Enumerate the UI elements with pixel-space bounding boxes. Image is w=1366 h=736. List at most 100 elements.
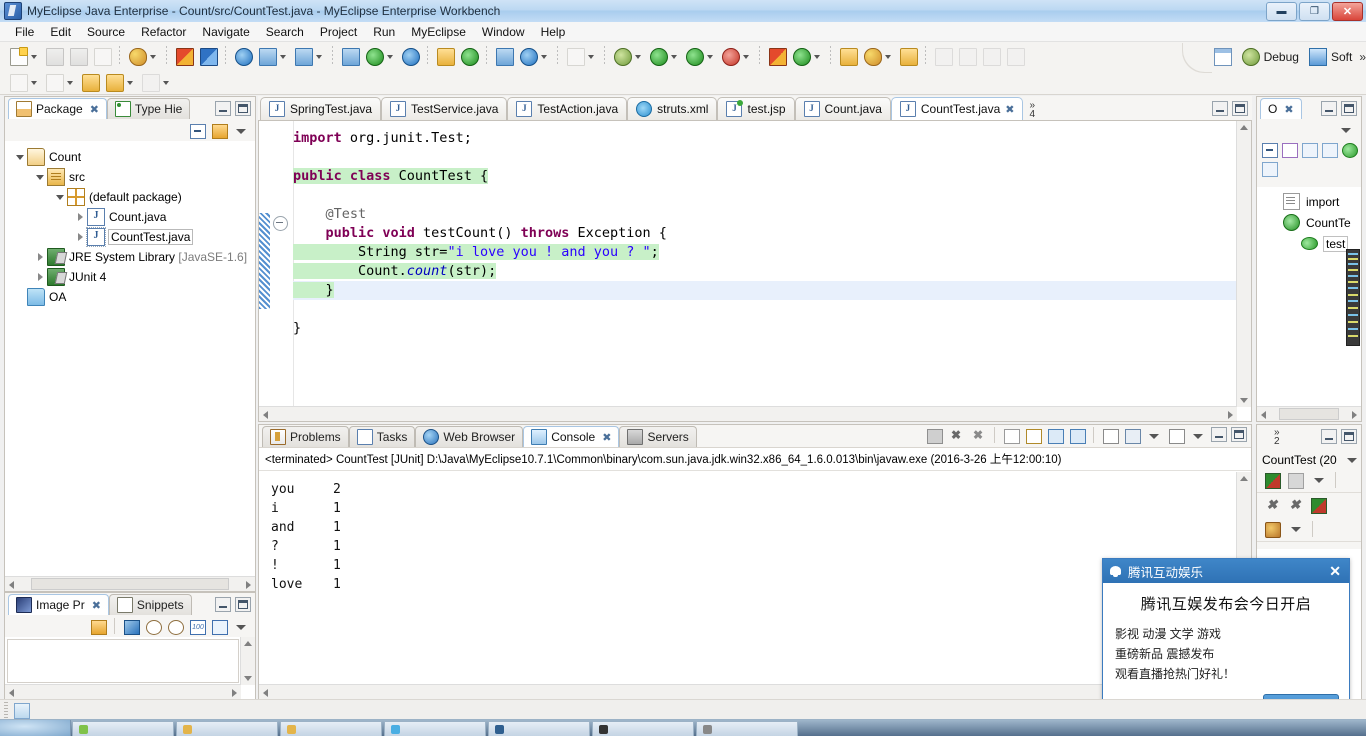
editor-tab-counttest-java[interactable]: J CountTest.java ✖ (890, 97, 1024, 120)
editor-tab-springtest-java[interactable]: J SpringTest.java (260, 97, 382, 120)
debug-arrow[interactable] (634, 45, 643, 67)
twisty-right-icon[interactable] (33, 273, 47, 281)
save-icon[interactable] (43, 45, 65, 67)
tab-package-explorer[interactable]: Package ✖ (8, 98, 107, 119)
web20-icon[interactable] (232, 45, 254, 67)
minimize-icon[interactable] (1321, 429, 1337, 444)
image-preview-vscrollbar[interactable] (240, 637, 255, 685)
taskbar-item[interactable] (592, 721, 694, 736)
snapshot-icon[interactable] (564, 45, 586, 67)
scroll-up-icon[interactable] (1240, 125, 1248, 130)
restore-button[interactable]: ❐ (1299, 2, 1330, 21)
perspective-overflow-icon[interactable]: » (1359, 50, 1366, 64)
tab-console[interactable]: Console ✖ (523, 426, 620, 447)
new-wizard-arrow[interactable] (30, 71, 39, 93)
menu-help[interactable]: Help (533, 23, 574, 41)
debug-icon[interactable] (611, 45, 633, 67)
show-console-on-output-icon[interactable] (1046, 427, 1064, 444)
menu-refactor[interactable]: Refactor (133, 23, 194, 41)
taskbar-item[interactable] (384, 721, 486, 736)
menu-run[interactable]: Run (365, 23, 403, 41)
new-dropdown-arrow[interactable] (30, 45, 39, 67)
open-folder-icon[interactable] (434, 45, 456, 67)
outline-item-countte[interactable]: CountTe (1257, 212, 1361, 233)
twisty-right-icon[interactable] (73, 233, 87, 241)
maximize-icon[interactable] (1231, 427, 1247, 442)
maximize-icon[interactable] (1232, 101, 1248, 116)
scroll-down-icon[interactable] (244, 676, 252, 681)
zoom-in-icon[interactable] (166, 618, 184, 635)
twisty-down-icon[interactable] (13, 155, 27, 160)
view-menu-icon[interactable] (1337, 121, 1355, 138)
scroll-right-icon[interactable] (232, 689, 237, 697)
new-file-arrow[interactable] (66, 71, 75, 93)
minimize-button[interactable]: ▬ (1266, 2, 1297, 21)
new-icon[interactable] (7, 45, 29, 67)
taskbar-item[interactable] (696, 721, 798, 736)
open-console-menu-icon[interactable] (1189, 427, 1207, 444)
terminate-icon[interactable] (925, 427, 943, 444)
open-type-icon[interactable] (837, 45, 859, 67)
scroll-left-icon[interactable] (9, 689, 14, 697)
deploy-arrow[interactable] (279, 45, 288, 67)
package-explorer-hscrollbar[interactable] (5, 576, 255, 591)
display-selected-console-icon[interactable] (1123, 427, 1141, 444)
open-perspective-button[interactable] (1209, 45, 1237, 69)
palette-icon[interactable] (122, 618, 140, 635)
tab-type-hierarchy[interactable]: Type Hie (106, 98, 191, 119)
outline-tree[interactable]: import CountTe test (1257, 187, 1361, 421)
test-history-menu-icon[interactable] (1286, 520, 1304, 538)
forward-arrow[interactable] (162, 71, 171, 93)
perspective-soft[interactable]: Soft (1304, 45, 1357, 69)
scroll-down-icon[interactable] (1240, 398, 1248, 403)
pin-console-icon[interactable] (1101, 427, 1119, 444)
deploy2-icon[interactable] (292, 45, 314, 67)
previous-annotation-icon[interactable] (956, 45, 978, 67)
scroll-left-icon[interactable] (9, 581, 14, 589)
editor-tab-test-jsp[interactable]: Jtest.jsp (717, 97, 795, 120)
editor-tab-testservice-java[interactable]: J TestService.java (381, 97, 508, 120)
hscroll-thumb[interactable] (31, 578, 229, 590)
new-wizard-icon[interactable] (7, 71, 29, 93)
run-icon[interactable] (647, 45, 669, 67)
scroll-up-icon[interactable] (244, 641, 252, 646)
relaunch-test-icon[interactable] (1263, 471, 1281, 489)
image-preview-canvas[interactable] (5, 637, 255, 699)
tab-web-browser[interactable]: Web Browser (415, 426, 524, 447)
sort-icon[interactable] (1280, 141, 1298, 158)
next-annotation-icon[interactable] (932, 45, 954, 67)
history-menu-icon[interactable] (1309, 471, 1327, 489)
run-lock-icon[interactable] (719, 45, 741, 67)
last-edit-location-icon[interactable] (980, 45, 1002, 67)
stop-icon[interactable]: ✖ (1263, 496, 1281, 514)
hide-nonpublic-icon[interactable] (1340, 141, 1358, 158)
junit-overflow-indicator[interactable]: » 2 (1274, 428, 1280, 447)
tree-item-junit-4[interactable]: JUnit 4 (5, 267, 255, 287)
scroll-right-icon[interactable] (246, 581, 251, 589)
menu-navigate[interactable]: Navigate (194, 23, 257, 41)
show-failures-icon[interactable] (1309, 496, 1327, 514)
show-whitespace-icon[interactable] (1004, 45, 1026, 67)
print-icon[interactable] (91, 45, 113, 67)
tree-item-jre-system-library[interactable]: JRE System Library [JavaSE-1.6] (5, 247, 255, 267)
new-class-arrow[interactable] (813, 45, 822, 67)
maximize-icon[interactable] (1341, 429, 1357, 444)
minimize-icon[interactable] (1212, 101, 1228, 116)
maximize-icon[interactable] (1341, 101, 1357, 116)
forward-icon[interactable] (139, 71, 161, 93)
editor-tab-testaction-java[interactable]: J TestAction.java (507, 97, 628, 120)
editor-left-ruler[interactable] (259, 121, 294, 421)
close-button[interactable]: ✕ (1332, 2, 1363, 21)
scroll-left-icon[interactable] (263, 689, 268, 697)
zoom-out-icon[interactable] (144, 618, 162, 635)
report-icon[interactable] (493, 45, 515, 67)
outline-item-import[interactable]: import (1257, 191, 1361, 212)
tab-image-preview[interactable]: Image Pr ✖ (8, 594, 109, 615)
menu-edit[interactable]: Edit (42, 23, 79, 41)
search-arrow[interactable] (884, 45, 893, 67)
new-file-icon[interactable] (43, 71, 65, 93)
deploy-icon[interactable] (256, 45, 278, 67)
run-arrow[interactable] (670, 45, 679, 67)
myeclipse-db-icon[interactable] (126, 45, 148, 67)
tree-item-oa[interactable]: OA (5, 287, 255, 307)
